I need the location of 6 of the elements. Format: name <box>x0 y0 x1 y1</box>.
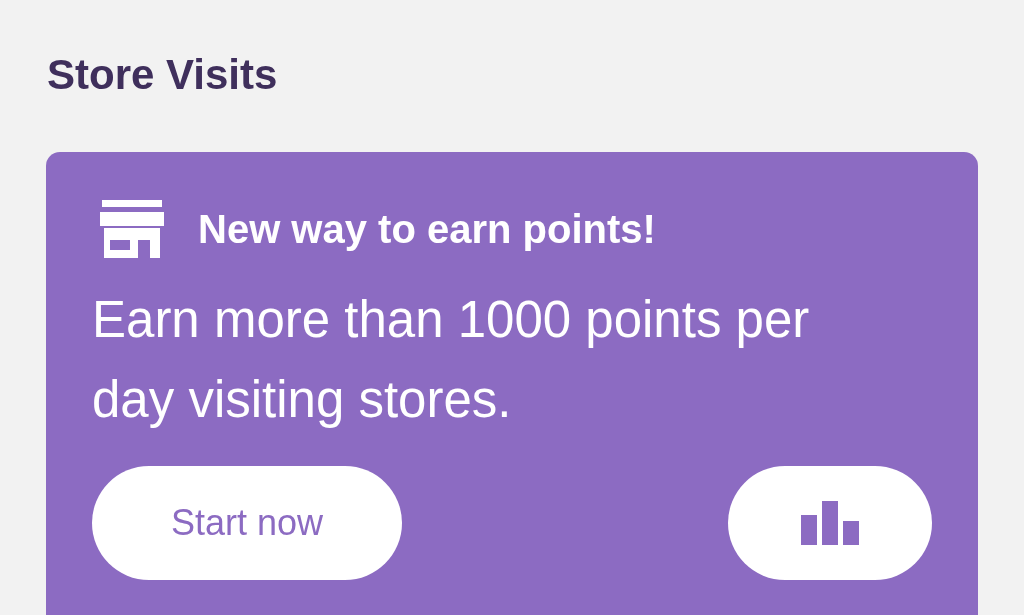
section-title: Store Visits <box>47 50 279 100</box>
bar-chart-icon <box>801 501 859 545</box>
card-heading: New way to earn points! <box>198 206 656 252</box>
card-description: Earn more than 1000 points per day visiting stores. <box>92 290 811 430</box>
start-now-button[interactable]: Start now <box>92 466 402 580</box>
store-icon <box>100 200 164 258</box>
